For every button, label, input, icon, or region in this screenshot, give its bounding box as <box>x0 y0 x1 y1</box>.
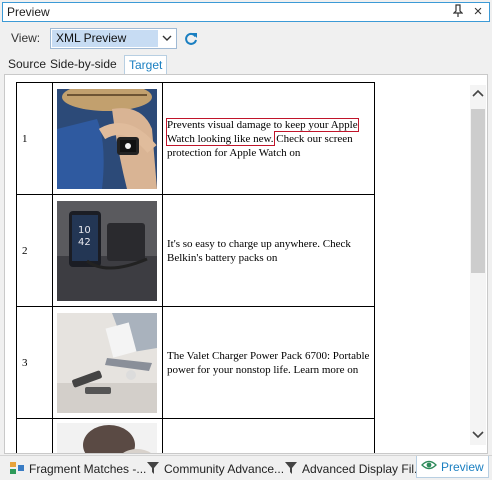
row-description: It's so easy to charge up anywhere. Chec… <box>162 194 375 307</box>
filter-icon <box>146 461 160 478</box>
eye-icon <box>421 459 437 474</box>
power-pack-photo <box>57 312 157 413</box>
row-number: 1 <box>16 82 53 195</box>
watch-photo <box>57 88 157 189</box>
table-row: 3 The Valet Charger Power Pack 6700: Por… <box>16 306 375 419</box>
row-number: 2 <box>16 194 53 307</box>
svg-text:10: 10 <box>78 225 91 236</box>
tab-advanced-display-filter[interactable]: Advanced Display Fil... <box>284 460 424 478</box>
pin-icon[interactable] <box>451 4 465 20</box>
partial-photo <box>57 423 157 453</box>
table-row: 2 10 42 It's so easy to charge up anywhe… <box>16 194 375 307</box>
fragment-matches-icon <box>9 461 25 478</box>
row-description <box>162 418 375 453</box>
tab-community-advanced[interactable]: Community Advance... <box>146 460 284 478</box>
table-row: 1 Prevents visual damage to keep your Ap… <box>16 82 375 195</box>
preview-viewer[interactable]: 1 Prevents visual damage to keep your Ap… <box>4 74 488 454</box>
tab-label: Preview <box>441 459 484 474</box>
scrollbar-thumb[interactable] <box>471 109 485 273</box>
preview-table: 1 Prevents visual damage to keep your Ap… <box>16 82 375 453</box>
tab-label: Fragment Matches -... <box>29 462 147 476</box>
view-label: View: <box>11 31 41 45</box>
phone-in-pocket-photo: 10 42 <box>57 200 157 301</box>
filter-icon <box>284 461 298 478</box>
tab-preview[interactable]: Preview <box>416 456 489 478</box>
view-select-value: XML Preview <box>52 30 158 47</box>
close-icon[interactable]: × <box>471 3 485 20</box>
row-description: The Valet Charger Power Pack 6700: Porta… <box>162 306 375 419</box>
bottom-tab-bar: Fragment Matches -... Community Advance.… <box>0 455 492 480</box>
svg-text:42: 42 <box>78 237 91 248</box>
scroll-down-icon[interactable] <box>470 427 486 445</box>
row-number <box>16 418 53 453</box>
row-description: Prevents visual damage to keep your Appl… <box>162 82 375 195</box>
row-number: 3 <box>16 306 53 419</box>
tab-side-by-side[interactable]: Side-by-side <box>50 55 117 74</box>
tab-label: Community Advance... <box>164 462 285 476</box>
tab-target[interactable]: Target <box>124 55 168 74</box>
panel-title: Preview <box>7 5 50 19</box>
refresh-icon[interactable] <box>182 30 200 48</box>
view-select[interactable]: XML Preview <box>50 28 177 49</box>
tab-fragment-matches[interactable]: Fragment Matches -... <box>9 460 146 478</box>
tab-label: Advanced Display Fil... <box>302 462 425 476</box>
vertical-scrollbar[interactable] <box>470 85 486 445</box>
tab-source[interactable]: Source <box>8 55 46 74</box>
chevron-down-icon[interactable] <box>160 30 174 47</box>
table-row <box>16 418 375 453</box>
scroll-up-icon[interactable] <box>470 85 486 103</box>
panel-titlebar: Preview × <box>2 2 490 22</box>
